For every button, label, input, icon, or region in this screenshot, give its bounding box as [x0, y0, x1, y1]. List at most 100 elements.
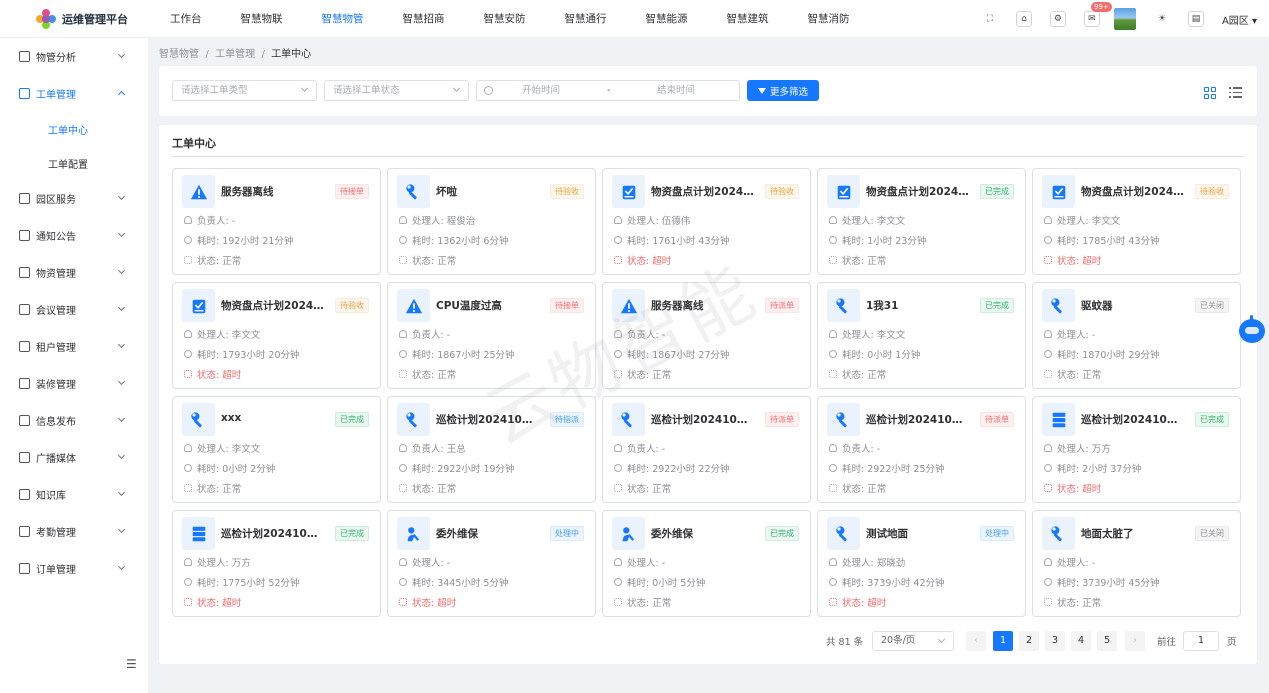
collapse-menu-icon[interactable]: ☰ — [126, 657, 137, 671]
sidebar-item[interactable]: 物资管理 — [0, 254, 148, 291]
work-order-card[interactable]: 物资盘点计划2024… 待验收 处理人: 伍德伟 耗时: 1761小时 43分钟 状态:… — [602, 168, 811, 275]
work-order-card[interactable]: 驱蚊器 已关闭 处理人: - 耗时: 1870小时 29分钟 状态: 正常 — [1032, 282, 1241, 389]
work-order-card[interactable]: 巡检计划202410… 已完成 处理人: 万方 耗时: 1775小时 52分钟 状态: … — [172, 510, 381, 617]
breadcrumb-item[interactable]: 智慧物管 — [159, 49, 199, 60]
clock-icon — [1044, 236, 1052, 244]
top-nav-item[interactable]: 智慧消防 — [808, 11, 850, 26]
status-badge: 已完成 — [335, 412, 369, 427]
type-select[interactable]: 请选择工单类型 — [172, 80, 317, 101]
avatar[interactable] — [1113, 8, 1136, 30]
sidebar-item[interactable]: 通知公告 — [0, 217, 148, 254]
work-order-card[interactable]: 地面太脏了 已关闭 处理人: - 耗时: 3739小时 45分钟 状态: 正常 — [1032, 510, 1241, 617]
card-duration: 耗时: 2922小时 19分钟 — [399, 461, 515, 475]
status-select[interactable]: 请选择工单状态 — [324, 80, 469, 101]
goto-page-input[interactable]: 1 — [1183, 631, 1219, 651]
status-badge: 待派单 — [980, 412, 1014, 427]
top-nav-item[interactable]: 智慧招商 — [403, 11, 445, 26]
top-nav-item[interactable]: 智慧安防 — [484, 11, 526, 26]
mail-icon[interactable]: ✉ 99+ — [1083, 2, 1112, 27]
page-button[interactable]: 4 — [1071, 631, 1091, 651]
work-order-card[interactable]: 巡检计划202410… 待指派 负责人: 王总 耗时: 2922小时 19分钟 状态: … — [387, 396, 596, 503]
work-order-card[interactable]: 巡检计划202410… 待派单 负责人: - 耗时: 2922小时 22分钟 状态: 正… — [602, 396, 811, 503]
work-order-card[interactable]: CPU温度过高 待接单 负责人: - 耗时: 1867小时 25分钟 状态: 正常 — [387, 282, 596, 389]
sidebar-item[interactable]: 园区服务 — [0, 180, 148, 217]
work-order-card[interactable]: 委外维保 处理中 处理人: - 耗时: 3445小时 5分钟 状态: 超时 — [387, 510, 596, 617]
card-title: 驱蚊器 — [1081, 300, 1113, 312]
sidebar-item[interactable]: 装修管理 — [0, 365, 148, 402]
sidebar-item[interactable]: 信息发布 — [0, 402, 148, 439]
top-nav-item[interactable]: 智慧通行 — [565, 11, 607, 26]
more-filter-button[interactable]: 更多筛选 — [747, 80, 819, 101]
top-nav-item[interactable]: 智慧建筑 — [727, 11, 769, 26]
wrench-icon — [612, 403, 645, 436]
sidebar-item[interactable]: 广播媒体 — [0, 439, 148, 476]
card-state: 状态: 正常 — [614, 595, 671, 609]
clock-icon — [399, 236, 407, 244]
page-button[interactable]: 5 — [1097, 631, 1117, 651]
work-order-card[interactable]: 服务器离线 待接单 负责人: - 耗时: 192小时 21分钟 状态: 正常 — [172, 168, 381, 275]
work-order-card[interactable]: xxx 已完成 处理人: 李文文 耗时: 0小时 2分钟 状态: 正常 — [172, 396, 381, 503]
top-nav-item[interactable]: 工作台 — [170, 11, 202, 26]
work-order-card[interactable]: 物资盘点计划2024… 待验收 处理人: 李文文 耗时: 1785小时 43分钟 状态:… — [1032, 168, 1241, 275]
status-badge: 已完成 — [980, 184, 1014, 199]
work-order-card[interactable]: 1我31 已完成 处理人: 李文文 耗时: 0小时 1分钟 状态: 正常 — [817, 282, 1026, 389]
work-order-card[interactable]: 测试地面 处理中 处理人: 郑晓劲 耗时: 3739小时 42分钟 状态: 超时 — [817, 510, 1026, 617]
sidebar-item[interactable]: 租户管理 — [0, 328, 148, 365]
top-nav-item[interactable]: 智慧物联 — [241, 11, 283, 26]
page-button[interactable]: 2 — [1019, 631, 1039, 651]
sidebar-item-label: 通知公告 — [36, 232, 76, 243]
card-duration: 耗时: 1793小时 20分钟 — [184, 347, 300, 361]
sidebar-subitem[interactable]: 工单配置 — [0, 146, 148, 180]
state-icon — [1044, 256, 1052, 264]
sidebar-item[interactable]: 订单管理 — [0, 550, 148, 587]
layout-icon[interactable]: ▤ — [1187, 11, 1204, 27]
publish-icon — [19, 415, 30, 426]
logo[interactable]: 运维管理平台 — [0, 8, 150, 29]
settings-icon[interactable]: ⚙ — [1049, 11, 1066, 27]
work-order-card[interactable]: 委外维保 已完成 处理人: - 耗时: 0小时 5分钟 状态: 正常 — [602, 510, 811, 617]
start-date[interactable]: 开始时间 — [522, 81, 560, 100]
work-order-card[interactable]: 物资盘点计划2024… 待验收 处理人: 李文文 耗时: 1793小时 20分钟 状态:… — [172, 282, 381, 389]
breadcrumb-item[interactable]: 工单管理 — [215, 49, 255, 60]
top-nav-item[interactable]: 智慧能源 — [646, 11, 688, 26]
date-range-picker[interactable]: 开始时间 - 结束时间 — [476, 80, 740, 101]
breadcrumb-current: 工单中心 — [271, 49, 312, 60]
knowledge-icon — [19, 489, 30, 500]
sidebar-item[interactable]: 物管分析 — [0, 38, 148, 75]
sidebar-item[interactable]: 知识库 — [0, 476, 148, 513]
card-assignee: 处理人: 李文文 — [184, 441, 260, 455]
assistant-robot-icon[interactable] — [1239, 315, 1265, 343]
home-icon[interactable]: ⌂ — [1015, 11, 1032, 27]
fullscreen-icon[interactable]: ⛶ — [982, 11, 998, 27]
state-icon — [614, 370, 622, 378]
chevron-down-icon — [117, 50, 126, 59]
work-order-card[interactable]: 服务器离线 待派单 负责人: - 耗时: 1867小时 27分钟 状态: 正常 — [602, 282, 811, 389]
page-button[interactable]: 3 — [1045, 631, 1065, 651]
work-order-card[interactable]: 巡检计划202410… 待派单 负责人: - 耗时: 2922小时 25分钟 状态: 正… — [817, 396, 1026, 503]
grid-view-icon[interactable] — [1204, 87, 1216, 99]
page-size-select[interactable]: 20条/页 — [872, 631, 954, 651]
sidebar-subitem[interactable]: 工单中心 — [0, 112, 148, 146]
page-button[interactable]: 1 — [993, 631, 1013, 651]
end-date[interactable]: 结束时间 — [657, 81, 695, 100]
work-order-card[interactable]: 坏啦 待验收 处理人: 程俊治 耗时: 1362小时 6分钟 状态: 正常 — [387, 168, 596, 275]
top-nav-item[interactable]: 智慧物管 — [322, 11, 364, 26]
card-state: 状态: 正常 — [399, 253, 456, 267]
materials-icon — [19, 267, 30, 278]
card-state: 状态: 超时 — [184, 367, 241, 381]
next-page-button[interactable]: › — [1125, 631, 1145, 651]
person-icon — [829, 330, 837, 338]
sidebar-item-label: 广播媒体 — [36, 454, 76, 465]
park-selector[interactable]: A园区 ▾ — [1222, 12, 1257, 27]
sidebar-item[interactable]: 会议管理 — [0, 291, 148, 328]
outsource-icon — [397, 517, 430, 550]
theme-icon[interactable]: ☀ — [1154, 11, 1170, 27]
prev-page-button[interactable]: ‹ — [966, 631, 986, 651]
sidebar-item[interactable]: 工单管理 — [0, 75, 148, 112]
sidebar-item[interactable]: 考勤管理 — [0, 513, 148, 550]
person-icon — [614, 444, 622, 452]
work-order-card[interactable]: 物资盘点计划2024… 已完成 处理人: 李文文 耗时: 1小时 23分钟 状态: 正常 — [817, 168, 1026, 275]
work-order-card[interactable]: 巡检计划202410… 已完成 处理人: 万方 耗时: 2小时 37分钟 状态: 超时 — [1032, 396, 1241, 503]
list-view-icon[interactable] — [1229, 87, 1242, 99]
filter-icon — [757, 87, 766, 94]
